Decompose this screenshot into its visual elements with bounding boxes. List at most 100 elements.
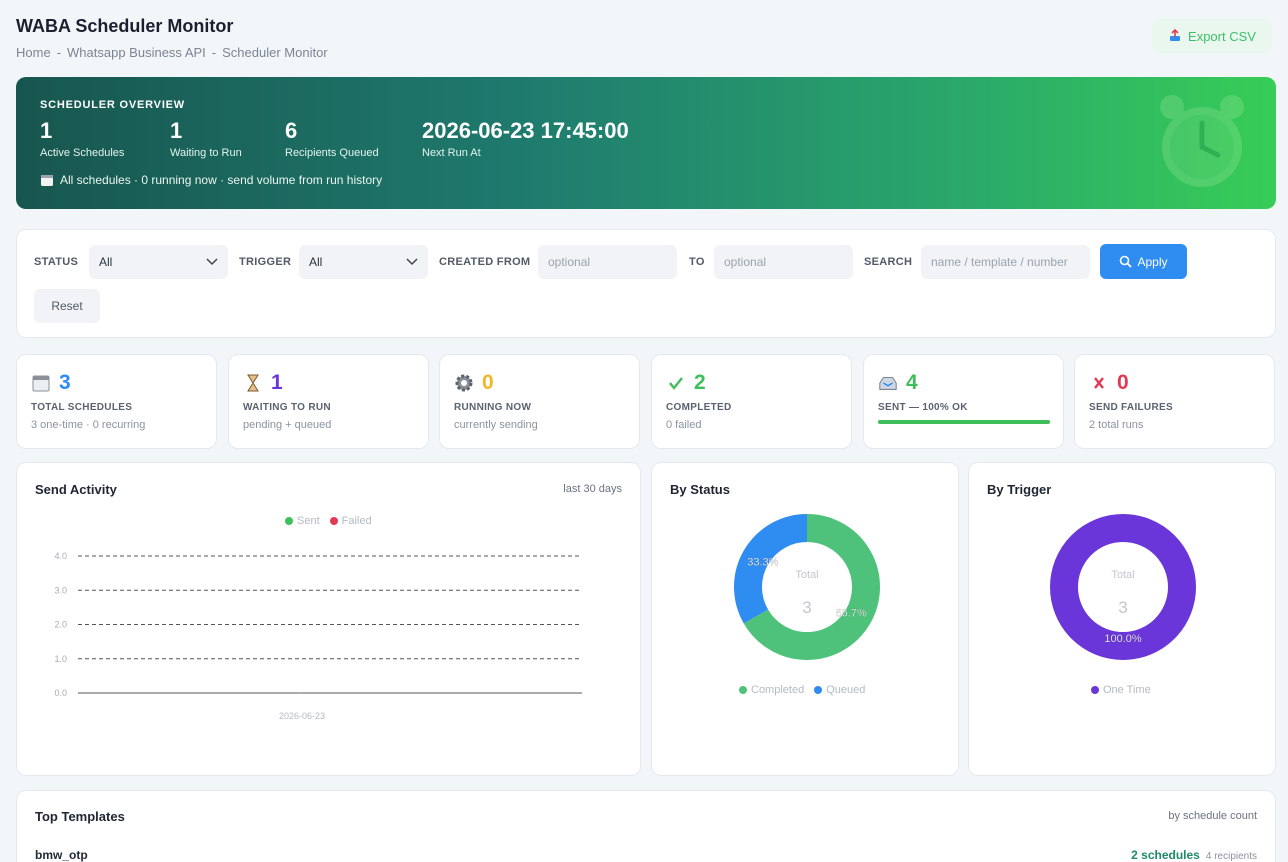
card-value: 3 [59,371,71,394]
donut-slice-one-time[interactable] [1050,514,1196,660]
card-value: 2 [694,371,706,394]
calendar-icon [32,375,50,392]
export-csv-label: Export CSV [1188,28,1256,44]
y-tick-label: 1.0 [54,654,67,664]
status-select[interactable]: All [89,245,228,279]
card-value: 0 [482,371,494,394]
sent-progress-fill [878,420,1050,424]
stat-label: Next Run At [422,147,481,159]
x-tick-label: 2026-06-23 [279,711,325,721]
export-icon [1170,29,1181,41]
breadcrumb-current: Scheduler Monitor [222,45,328,60]
send-activity-panel: Send Activity last 30 days Sent Failed 4… [16,462,641,776]
status-select-value: All [99,255,113,269]
stat-value: 1 [170,118,183,143]
card-subtext: currently sending [454,419,538,431]
stat-value: 1 [40,118,53,143]
y-tick-label: 0.0 [54,688,67,698]
legend-label: Completed [751,684,805,696]
search-label: SEARCH [864,256,913,268]
template-schedule-count: 2 schedules [1131,848,1200,862]
status-filter-label: STATUS [34,256,79,268]
card-value: 1 [271,371,283,394]
overview-label: SCHEDULER OVERVIEW [40,99,185,111]
card-label: TOTAL SCHEDULES [31,402,133,413]
page-title: WABA Scheduler Monitor [16,16,234,36]
by-status-panel: By Status 66.7% 33.3% Total 3 Completed Que… [651,462,959,776]
card-subtext: 3 one-time · 0 recurring [31,419,146,431]
created-to-input[interactable]: optional [714,245,853,279]
card-label: WAITING TO RUN [243,402,331,413]
slice-percent-label: 66.7% [836,608,867,620]
send-activity-chart: 4.0 3.0 2.0 1.0 0.0 2026-06-23 [54,551,582,721]
slice-percent-label: 100.0% [1104,633,1142,645]
card-waiting-to-run: 1 WAITING TO RUN pending + queued [228,354,429,449]
hourglass-icon [247,374,259,392]
card-label: RUNNING NOW [454,402,532,413]
panel-title: Top Templates [35,809,125,824]
gear-icon [455,374,473,392]
card-value: 0 [1117,371,1129,394]
card-subtext: 0 failed [666,419,702,431]
to-label: TO [689,256,705,268]
stat-value: 6 [285,118,298,143]
card-completed: 2 COMPLETED 0 failed [651,354,852,449]
legend-dot [814,686,823,694]
table-row[interactable]: bmw_otp 2 schedules 4 recipients [35,846,1257,862]
legend-dot [739,686,747,694]
legend-dot [1091,686,1099,694]
reset-button[interactable]: Reset [34,289,100,323]
scheduler-overview-banner: SCHEDULER OVERVIEW 1 Active Schedules 1 … [16,77,1276,209]
legend-queued[interactable]: Queued [814,684,865,696]
alarm-clock-icon [1160,95,1244,187]
donut-center-value: 3 [802,598,811,617]
by-status-donut-chart: 66.7% 33.3% Total 3 [734,514,880,660]
stat-label: Active Schedules [40,147,125,159]
legend-one-time[interactable]: One Time [1091,684,1151,696]
legend-label: One Time [1103,684,1151,696]
search-icon [1120,255,1133,268]
stat-active-schedules: 1 Active Schedules [40,118,124,159]
trigger-legend: One Time [1091,684,1151,696]
card-subtext: 2 total runs [1089,419,1144,431]
sent-progress-bar [878,420,1050,424]
stat-waiting-to-run: 1 Waiting to Run [170,118,242,159]
donut-center-label: Total [795,569,818,581]
stat-next-run-at: 2026-06-23 17:45:00 Next Run At [422,118,629,159]
by-trigger-panel: By Trigger 100.0% Total 3 One Time [968,462,1276,776]
created-from-input[interactable]: optional [538,245,677,279]
check-icon [669,377,683,390]
breadcrumb: Home - Whatsapp Business API - Scheduler Mon… [16,45,328,60]
apply-button[interactable]: Apply [1100,244,1187,279]
inbox-icon [879,377,897,390]
top-templates-subtitle: by schedule count [1168,810,1257,822]
overview-note-text: All schedules · 0 running now · send vol… [60,173,383,187]
breadcrumb-home[interactable]: Home [16,45,51,60]
breadcrumb-waba[interactable]: Whatsapp Business API [67,45,206,60]
card-running-now: 0 RUNNING NOW currently sending [439,354,640,449]
chevron-down-icon [206,258,218,266]
donut-center-value: 3 [1118,598,1127,617]
data-point-failed [299,692,301,694]
export-csv-button[interactable]: Export CSV [1152,19,1272,53]
card-total-schedules: 3 TOTAL SCHEDULES 3 one-time · 0 recurri… [16,354,217,449]
card-label: SENT — 100% OK [878,402,968,413]
template-name: bmw_otp [35,848,88,862]
page-header: WABA Scheduler Monitor Home - Whatsapp Bus… [16,16,328,60]
trigger-select-value: All [309,255,323,269]
calendar-icon [41,175,53,186]
trigger-select[interactable]: All [299,245,428,279]
cross-icon [1094,377,1104,389]
legend-completed[interactable]: Completed [739,684,804,696]
apply-label: Apply [1137,254,1168,269]
slice-percent-label: 33.3% [747,557,778,569]
donut-center-label: Total [1111,569,1134,581]
y-tick-label: 4.0 [54,551,67,561]
card-sent: 4 SENT — 100% OK [863,354,1064,449]
created-from-label: CREATED FROM [439,256,531,268]
card-label: COMPLETED [666,402,732,413]
top-templates-panel: Top Templates by schedule count bmw_otp … [16,790,1276,862]
search-input[interactable]: name / template / number [921,245,1090,279]
filter-bar: STATUS All TRIGGER All CREATED FROM opti… [16,229,1276,338]
stat-label: Waiting to Run [170,147,242,159]
